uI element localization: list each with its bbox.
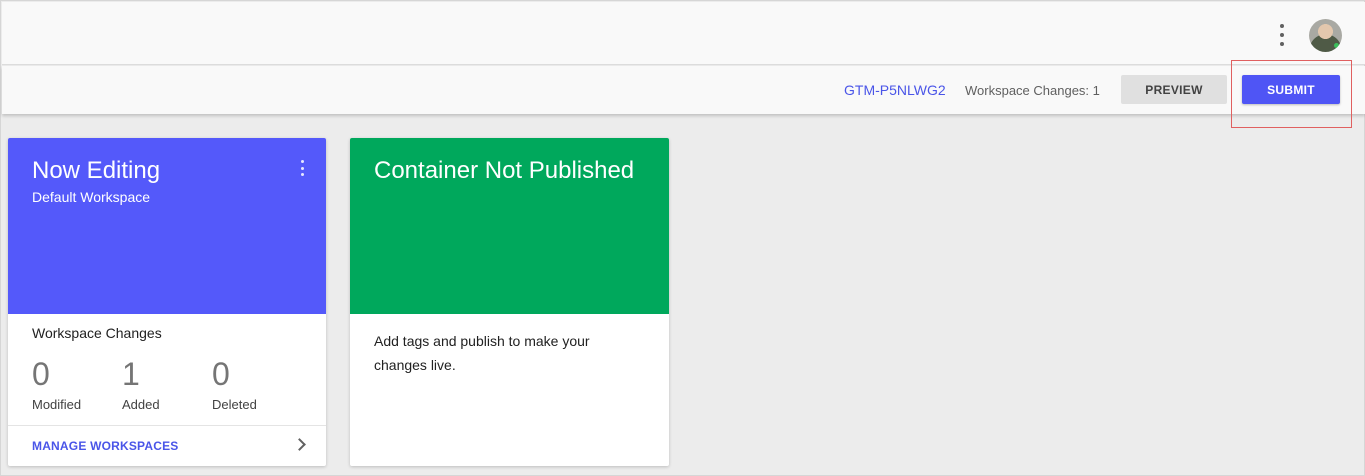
workspace-toolbar: GTM-P5NLWG2 Workspace Changes: 1 PREVIEW… — [2, 66, 1365, 114]
now-editing-card-header: Now Editing Default Workspace — [8, 138, 326, 314]
container-id-link[interactable]: GTM-P5NLWG2 — [844, 82, 946, 98]
dot — [1280, 24, 1284, 28]
app-frame: GTM-P5NLWG2 Workspace Changes: 1 PREVIEW… — [0, 0, 1365, 476]
card-title: Container Not Published — [374, 157, 635, 184]
manage-workspaces-link[interactable]: MANAGE WORKSPACES — [32, 439, 179, 453]
dot — [1280, 33, 1284, 37]
stat-modified: 0 Modified — [32, 355, 81, 412]
dot — [1280, 42, 1284, 46]
publish-hint-text: Add tags and publish to make your change… — [374, 333, 590, 373]
stat-deleted: 0 Deleted — [212, 355, 257, 412]
more-vert-icon[interactable] — [298, 160, 306, 176]
more-vert-icon[interactable] — [1273, 24, 1291, 46]
dot — [300, 173, 304, 176]
stat-value: 1 — [122, 356, 140, 392]
top-bar — [2, 2, 1365, 65]
dot — [300, 166, 304, 170]
chevron-right-icon — [293, 438, 306, 451]
user-avatar[interactable] — [1309, 19, 1342, 52]
container-status-card-header: Container Not Published — [350, 138, 669, 314]
stat-value: 0 — [212, 356, 230, 392]
manage-workspaces-row[interactable]: MANAGE WORKSPACES — [8, 425, 326, 466]
stat-label: Modified — [32, 397, 82, 412]
online-status-icon — [1334, 43, 1339, 48]
stat-label: Added — [122, 397, 160, 412]
stat-label: Deleted — [212, 397, 257, 412]
dot — [300, 160, 304, 163]
stat-added: 1 Added — [122, 355, 160, 412]
stat-value: 0 — [32, 356, 50, 392]
now-editing-card: Now Editing Default Workspace Workspace … — [8, 138, 326, 466]
workspace-name: Default Workspace — [32, 189, 151, 205]
workspace-changes-count: Workspace Changes: 1 — [965, 83, 1100, 98]
submit-button[interactable]: SUBMIT — [1242, 75, 1340, 104]
preview-button[interactable]: PREVIEW — [1121, 75, 1227, 104]
card-title: Now Editing — [32, 157, 161, 184]
container-status-card: Container Not Published Add tags and pub… — [350, 138, 669, 466]
workspace-changes-heading: Workspace Changes — [32, 325, 162, 341]
